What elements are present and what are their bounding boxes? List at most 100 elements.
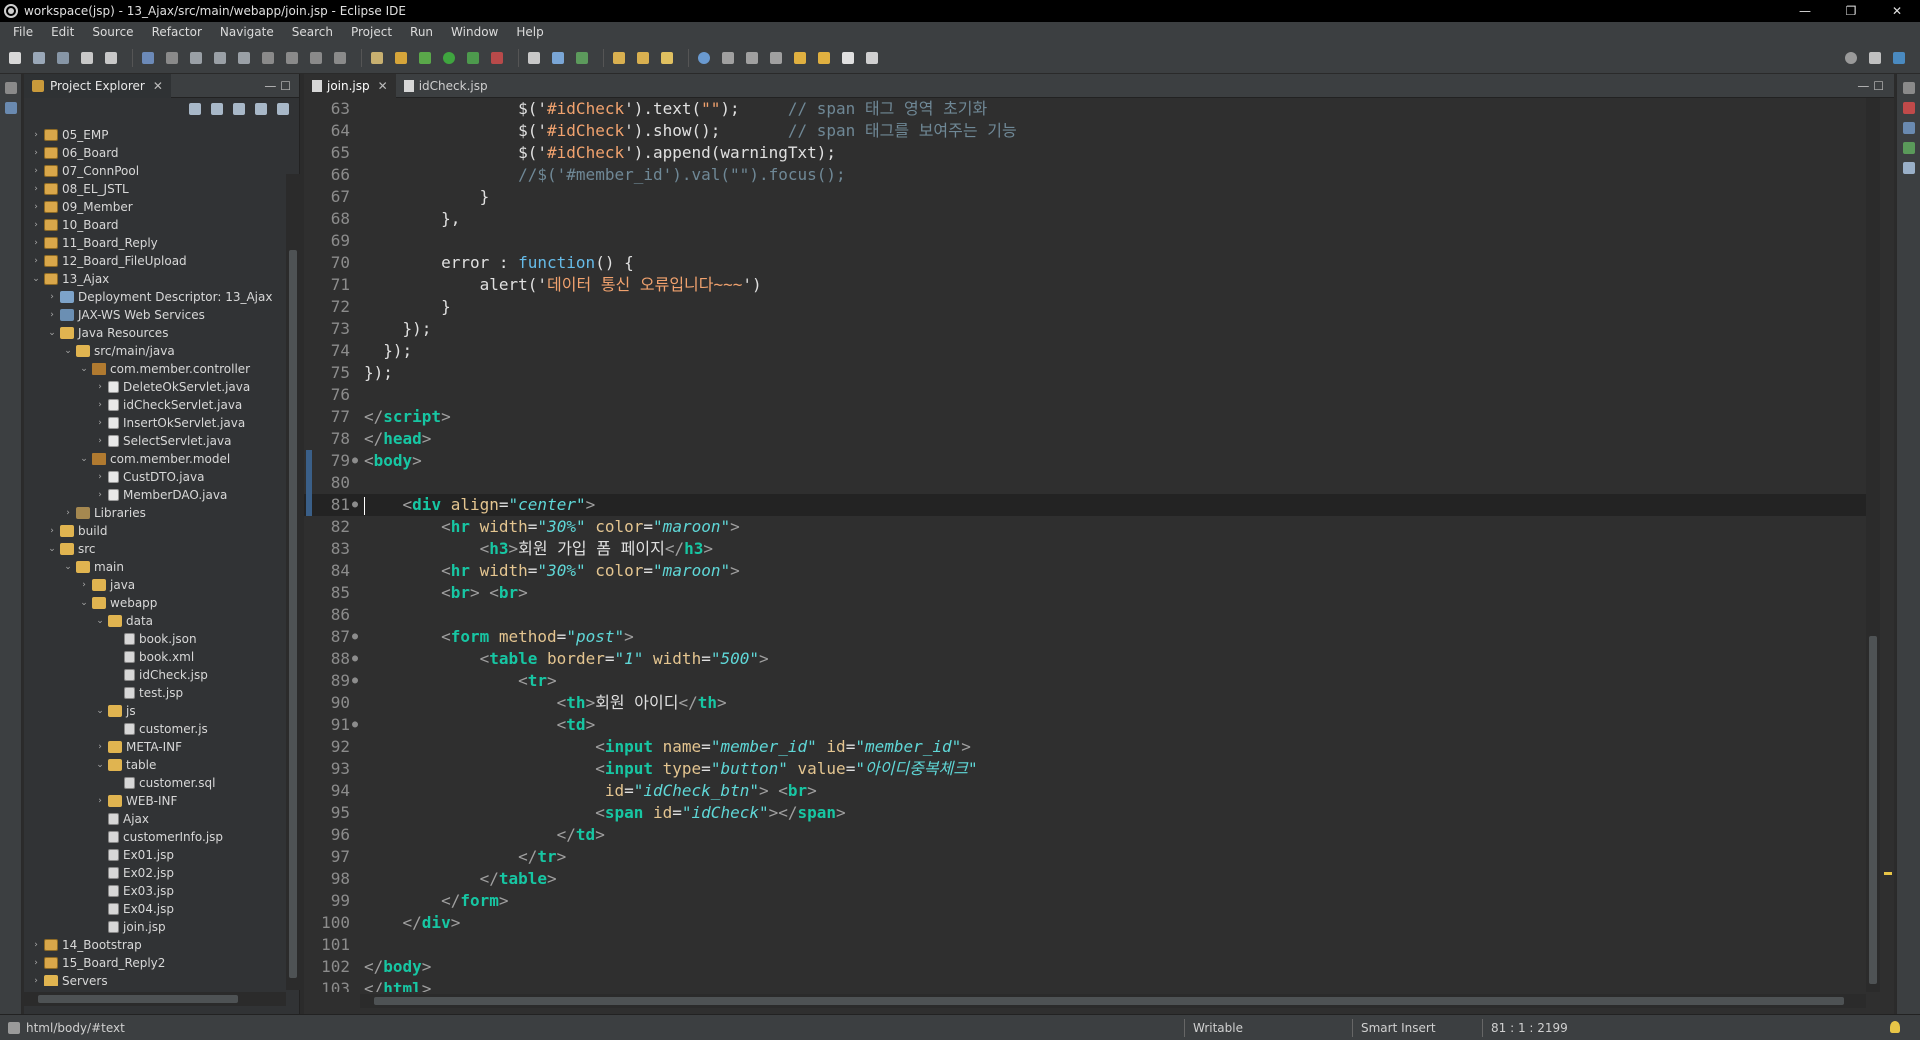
code-line[interactable]: 100 </div> — [304, 912, 1866, 934]
tree-item[interactable]: › Servers — [24, 972, 286, 986]
back-icon[interactable] — [815, 49, 833, 67]
task-list-icon[interactable] — [1902, 142, 1915, 154]
chevron-right-icon[interactable]: › — [94, 796, 106, 806]
chevron-right-icon[interactable]: › — [46, 310, 58, 320]
code-line[interactable]: 102 </body> — [304, 956, 1866, 978]
chevron-right-icon[interactable]: › — [94, 400, 106, 410]
tree-item[interactable]: › 14_Bootstrap — [24, 936, 286, 954]
pin-icon[interactable] — [719, 49, 737, 67]
chevron-down-icon[interactable]: ⌄ — [94, 616, 106, 626]
tree-item[interactable]: ›Ex04.jsp — [24, 900, 286, 918]
open-type-icon[interactable] — [610, 49, 628, 67]
tree-item[interactable]: › build — [24, 522, 286, 540]
console-icon[interactable] — [1902, 162, 1915, 174]
minimize-button[interactable]: — — [1782, 0, 1828, 22]
code-line[interactable]: 75}); — [304, 362, 1866, 384]
scroll-thumb[interactable] — [1869, 636, 1877, 984]
chevron-right-icon[interactable]: › — [94, 472, 106, 482]
tree-item[interactable]: ⌄ com.member.controller — [24, 360, 286, 378]
menu-refactor[interactable]: Refactor — [143, 22, 211, 42]
tree-item[interactable]: › MemberDAO.java — [24, 486, 286, 504]
chevron-down-icon[interactable]: ⌄ — [62, 346, 74, 356]
code-line[interactable]: 64 $('#idCheck').show(); // span 태그를 보여주… — [304, 120, 1866, 142]
chevron-right-icon[interactable]: › — [94, 490, 106, 500]
fold-toggle-icon[interactable]: ● — [352, 670, 362, 692]
tree-item[interactable]: › Deployment Descriptor: 13_Ajax — [24, 288, 286, 306]
open-resource-icon[interactable] — [634, 49, 652, 67]
undo-icon[interactable] — [78, 49, 96, 67]
chevron-right-icon[interactable]: › — [30, 166, 42, 176]
tree-item[interactable]: › 06_Board — [24, 144, 286, 162]
code-line[interactable]: 99 </form> — [304, 890, 1866, 912]
tree-item[interactable]: › CustDTO.java — [24, 468, 286, 486]
chevron-right-icon[interactable]: › — [94, 418, 106, 428]
chevron-right-icon[interactable]: › — [30, 256, 42, 266]
chevron-right-icon[interactable]: › — [30, 202, 42, 212]
skip-breakpoints-icon[interactable] — [163, 49, 181, 67]
tab-project-explorer[interactable]: Project Explorer ✕ — [24, 73, 171, 98]
code-line[interactable]: 97 </tr> — [304, 846, 1866, 868]
new-class-icon[interactable] — [573, 49, 591, 67]
editor-horizontal-scrollbar[interactable] — [360, 994, 1866, 1008]
coverage-icon[interactable] — [464, 49, 482, 67]
chevron-down-icon[interactable]: ⌄ — [30, 274, 42, 284]
chevron-right-icon[interactable]: › — [30, 958, 42, 968]
resume-icon[interactable] — [187, 49, 205, 67]
run-icon[interactable] — [440, 49, 458, 67]
save-all-icon[interactable] — [54, 49, 72, 67]
tree-item[interactable]: › idCheckServlet.java — [24, 396, 286, 414]
menu-run[interactable]: Run — [401, 22, 442, 42]
code-line[interactable]: 81 ● <div align="center"> — [304, 494, 1866, 516]
code-line[interactable]: 101 — [304, 934, 1866, 956]
close-window-button[interactable]: ✕ — [1874, 0, 1920, 22]
code-line[interactable]: 96 </td> — [304, 824, 1866, 846]
globe-icon[interactable] — [695, 49, 713, 67]
menu-help[interactable]: Help — [507, 22, 552, 42]
tab-join-jsp[interactable]: join.jsp ✕ — [304, 73, 396, 98]
restore-view-icon[interactable] — [1902, 82, 1915, 94]
collapse-all-icon[interactable] — [189, 103, 201, 115]
chevron-right-icon[interactable]: › — [30, 184, 42, 194]
code-line[interactable]: 87 ● <form method="post"> — [304, 626, 1866, 648]
chevron-down-icon[interactable]: ⌄ — [46, 544, 58, 554]
suspend-icon[interactable] — [211, 49, 229, 67]
overview-ruler[interactable] — [1882, 98, 1894, 992]
fold-toggle-icon[interactable]: ● — [352, 494, 362, 516]
chevron-right-icon[interactable]: › — [46, 292, 58, 302]
tree-item[interactable]: ⌄ data — [24, 612, 286, 630]
disconnect-icon[interactable] — [259, 49, 277, 67]
code-line[interactable]: 88 ● <table border="1" width="500"> — [304, 648, 1866, 670]
scroll-thumb[interactable] — [38, 995, 238, 1003]
tree-item[interactable]: › 08_EL_JSTL — [24, 180, 286, 198]
new-java-project-icon[interactable] — [525, 49, 543, 67]
code-line[interactable]: 72 } — [304, 296, 1866, 318]
code-line[interactable]: 74 }); — [304, 340, 1866, 362]
chevron-down-icon[interactable]: ⌄ — [78, 364, 90, 374]
server-icon[interactable] — [368, 49, 386, 67]
menu-search[interactable]: Search — [283, 22, 342, 42]
chevron-down-icon[interactable]: ⌄ — [62, 562, 74, 572]
search-icon[interactable] — [1842, 49, 1860, 67]
tree-item[interactable]: ›Ex01.jsp — [24, 846, 286, 864]
warning-marker[interactable] — [1884, 872, 1892, 875]
java-ee-perspective-icon[interactable] — [1890, 49, 1908, 67]
tree-item[interactable]: ›book.json — [24, 630, 286, 648]
tree-item[interactable]: ⌄ src/main/java — [24, 342, 286, 360]
code-line[interactable]: 76 — [304, 384, 1866, 406]
tab-idcheck-jsp[interactable]: idCheck.jsp — [396, 74, 496, 98]
tree-item[interactable]: ›customerInfo.jsp — [24, 828, 286, 846]
view-minimize-maximize[interactable]: — ☐ — [264, 79, 299, 93]
code-line[interactable]: 98 </table> — [304, 868, 1866, 890]
filter-icon[interactable] — [233, 103, 245, 115]
chevron-right-icon[interactable]: › — [30, 220, 42, 230]
new-package-icon[interactable] — [549, 49, 567, 67]
menu-edit[interactable]: Edit — [42, 22, 83, 42]
code-line[interactable]: 78 </head> — [304, 428, 1866, 450]
restore-view-icon[interactable] — [4, 82, 17, 94]
last-edit-icon[interactable] — [791, 49, 809, 67]
view-menu-icon[interactable] — [277, 103, 289, 115]
scroll-thumb[interactable] — [374, 997, 1844, 1005]
tree-item[interactable]: ⌄ src — [24, 540, 286, 558]
build-icon[interactable] — [392, 49, 410, 67]
tree-item[interactable]: › DeleteOkServlet.java — [24, 378, 286, 396]
